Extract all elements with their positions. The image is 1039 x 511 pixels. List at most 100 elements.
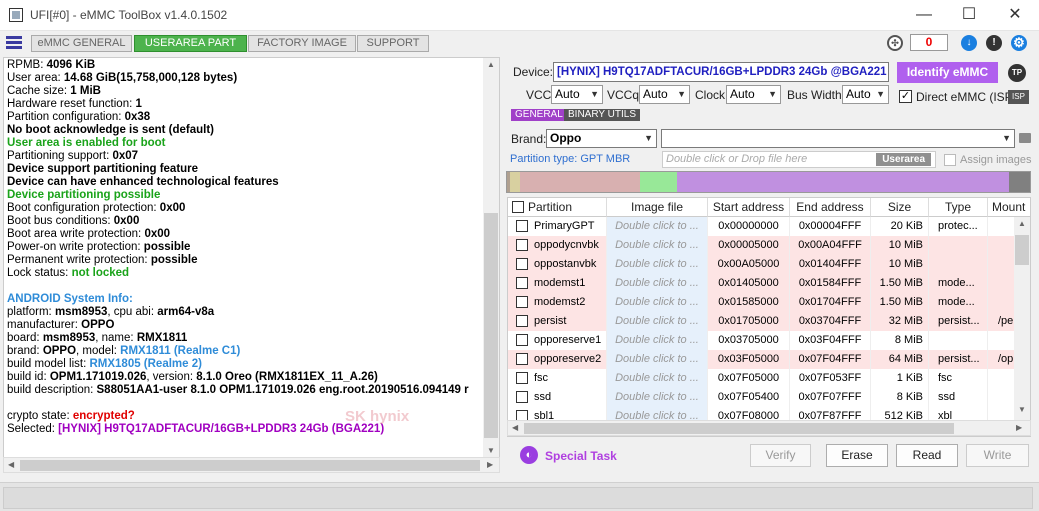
cell-image[interactable]: Double click to ... bbox=[607, 274, 708, 293]
row-checkbox[interactable] bbox=[516, 258, 528, 270]
log-hscroll-thumb[interactable] bbox=[20, 460, 480, 471]
read-button[interactable]: Read bbox=[896, 444, 958, 467]
log-vertical-scrollbar[interactable]: ▲ ▼ bbox=[483, 58, 499, 458]
subtab-general[interactable]: GENERAL bbox=[511, 109, 567, 121]
tab-emmc-general[interactable]: eMMC GENERAL bbox=[31, 35, 132, 52]
close-button[interactable]: ✕ bbox=[992, 0, 1038, 31]
table-row[interactable]: modemst2 Double click to ... 0x01585000 0x0… bbox=[508, 293, 1016, 312]
row-checkbox[interactable] bbox=[516, 334, 528, 346]
device-field[interactable]: [HYNIX] H9TQ17ADFTACUR/16GB+LPDDR3 24Gb … bbox=[553, 62, 889, 82]
identify-emmc-button[interactable]: Identify eMMC bbox=[897, 62, 998, 83]
cell-image[interactable]: Double click to ... bbox=[607, 388, 708, 407]
partition-segment[interactable] bbox=[640, 172, 677, 192]
brand-select[interactable]: Oppo ▼ bbox=[546, 129, 657, 148]
special-task-icon[interactable]: ◐ bbox=[520, 446, 538, 464]
cell-image[interactable]: Double click to ... bbox=[607, 217, 708, 236]
cell-end: 0x07F053FF bbox=[790, 369, 871, 388]
table-row[interactable]: persist Double click to ... 0x01705000 0x03… bbox=[508, 312, 1016, 331]
row-checkbox[interactable] bbox=[516, 220, 528, 232]
cell-image[interactable]: Double click to ... bbox=[607, 331, 708, 350]
log-line: Boot bus conditions: 0x00 bbox=[7, 215, 139, 228]
log-text: 0x00 bbox=[159, 202, 186, 214]
vccq-select[interactable]: Auto ▼ bbox=[639, 85, 690, 104]
log-text: board: bbox=[7, 332, 43, 344]
folder-icon[interactable] bbox=[1019, 133, 1031, 143]
log-horizontal-scrollbar[interactable]: ◀ ▶ bbox=[3, 457, 500, 473]
info-icon[interactable]: ! bbox=[986, 35, 1002, 51]
table-row[interactable]: oppodycnvbk Double click to ... 0x00005000… bbox=[508, 236, 1016, 255]
table-row[interactable]: ssd Double click to ... 0x07F05400 0x07F07F… bbox=[508, 388, 1016, 407]
cell-image[interactable]: Double click to ... bbox=[607, 293, 708, 312]
partition-segment[interactable] bbox=[1009, 172, 1030, 192]
vcc-select[interactable]: Auto ▼ bbox=[551, 85, 603, 104]
cell-name: opporeserve1 bbox=[534, 331, 607, 350]
table-scroll-thumb[interactable] bbox=[1015, 235, 1029, 265]
partition-segment[interactable] bbox=[510, 172, 520, 192]
erase-button[interactable]: Erase bbox=[826, 444, 888, 467]
cell-image[interactable]: Double click to ... bbox=[607, 350, 708, 369]
select-all-checkbox[interactable] bbox=[512, 201, 524, 213]
row-checkbox[interactable] bbox=[516, 353, 528, 365]
table-row[interactable]: modemst1 Double click to ... 0x01405000 0x0… bbox=[508, 274, 1016, 293]
buswidth-select[interactable]: Auto ▼ bbox=[842, 85, 889, 104]
col-type[interactable]: Type bbox=[929, 198, 988, 217]
row-checkbox[interactable] bbox=[516, 391, 528, 403]
table-row[interactable]: fsc Double click to ... 0x07F05000 0x07F053… bbox=[508, 369, 1016, 388]
cell-image[interactable]: Double click to ... bbox=[607, 369, 708, 388]
clock-select[interactable]: Auto ▼ bbox=[726, 85, 781, 104]
special-task-button[interactable]: Special Task bbox=[545, 449, 617, 463]
model-select[interactable]: ▼ bbox=[661, 129, 1015, 148]
table-horizontal-scrollbar[interactable]: ◀ ▶ bbox=[507, 420, 1031, 436]
log-line: Lock status: not locked bbox=[7, 267, 129, 280]
network-icon[interactable]: ✣ bbox=[887, 35, 903, 51]
cell-mount bbox=[988, 388, 1016, 407]
write-button[interactable]: Write bbox=[966, 444, 1029, 467]
col-image-file[interactable]: Image file bbox=[607, 198, 708, 217]
tab-userarea-part[interactable]: USERAREA PART bbox=[134, 35, 247, 52]
tab-factory-image[interactable]: FACTORY IMAGE bbox=[248, 35, 356, 52]
table-row[interactable]: opporeserve1 Double click to ... 0x0370500… bbox=[508, 331, 1016, 350]
maximize-button[interactable]: ☐ bbox=[946, 0, 992, 31]
row-checkbox[interactable] bbox=[516, 372, 528, 384]
table-row[interactable]: PrimaryGPT Double click to ... 0x00000000 0… bbox=[508, 217, 1016, 236]
log-scroll-thumb[interactable] bbox=[484, 213, 498, 438]
image-drop-field[interactable]: Double click or Drop file here Userarea bbox=[662, 151, 936, 168]
partition-segment[interactable] bbox=[677, 172, 1009, 192]
log-line: brand: OPPO, model: RMX1811 (Realme C1) bbox=[7, 345, 240, 358]
assign-images-checkbox[interactable] bbox=[944, 154, 956, 166]
direct-emmc-checkbox[interactable]: ✓ bbox=[899, 90, 912, 103]
verify-button[interactable]: Verify bbox=[750, 444, 811, 467]
cell-image[interactable]: Double click to ... bbox=[607, 255, 708, 274]
row-checkbox[interactable] bbox=[516, 315, 528, 327]
table-vertical-scrollbar[interactable]: ▲ ▼ bbox=[1014, 217, 1030, 436]
settings-icon[interactable]: ⚙ bbox=[1011, 35, 1027, 51]
col-partition[interactable]: Partition bbox=[508, 198, 607, 217]
row-checkbox[interactable] bbox=[516, 239, 528, 251]
download-icon[interactable]: ↓ bbox=[961, 35, 977, 51]
row-checkbox[interactable] bbox=[516, 296, 528, 308]
cell-start: 0x01405000 bbox=[708, 274, 790, 293]
table-row[interactable]: oppostanvbk Double click to ... 0x00A05000… bbox=[508, 255, 1016, 274]
cell-image[interactable]: Double click to ... bbox=[607, 236, 708, 255]
table-row[interactable]: opporeserve2 Double click to ... 0x03F0500… bbox=[508, 350, 1016, 369]
log-text: Boot area write protection: bbox=[7, 228, 145, 240]
col-size[interactable]: Size bbox=[871, 198, 929, 217]
vccq-label: VCCq: bbox=[607, 88, 643, 102]
cell-type bbox=[929, 255, 988, 274]
cell-mount bbox=[988, 331, 1016, 350]
partition-bar[interactable] bbox=[506, 171, 1031, 193]
tab-support[interactable]: SUPPORT bbox=[357, 35, 429, 52]
cell-type: protec... bbox=[929, 217, 988, 236]
isp-icon[interactable]: ISP bbox=[1008, 90, 1029, 104]
partition-segment[interactable] bbox=[520, 172, 640, 192]
menu-icon[interactable] bbox=[6, 36, 22, 49]
table-hscroll-thumb[interactable] bbox=[524, 423, 954, 434]
minimize-button[interactable]: — bbox=[901, 0, 947, 31]
col-mount-point[interactable]: Mount p bbox=[988, 198, 1030, 233]
col-end-address[interactable]: End address bbox=[790, 198, 871, 217]
tp-icon[interactable]: TP bbox=[1008, 64, 1026, 82]
row-checkbox[interactable] bbox=[516, 277, 528, 289]
col-start-address[interactable]: Start address bbox=[708, 198, 790, 217]
subtab-binary-utils[interactable]: BINARY UTILS bbox=[564, 109, 640, 121]
cell-image[interactable]: Double click to ... bbox=[607, 312, 708, 331]
